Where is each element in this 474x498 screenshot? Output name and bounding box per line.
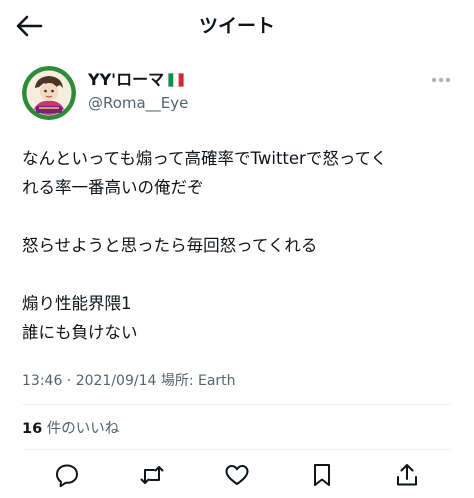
bookmark-icon <box>314 464 330 486</box>
tweet-line: 誰にも負けない <box>22 323 138 342</box>
tweet-line: 煽り性能界隈1 <box>22 294 132 313</box>
more-options-button[interactable] <box>430 74 452 86</box>
user-handle[interactable]: @Roma__Eye <box>88 93 188 113</box>
more-horizontal-icon <box>431 77 451 83</box>
tweet-detail-page: ツイート YY'ローマ @Roma__Eye なんといっても煽って高確率でTwi… <box>0 0 474 498</box>
retweet-icon <box>140 466 164 484</box>
divider <box>22 404 452 405</box>
heart-icon <box>225 465 249 485</box>
action-bar <box>0 460 474 490</box>
retweet-button[interactable] <box>139 462 165 488</box>
bookmark-button[interactable] <box>309 462 335 488</box>
tweet-line: れる率一番高いの俺だぞ <box>22 178 204 197</box>
top-bar: ツイート <box>0 0 474 52</box>
like-button[interactable] <box>224 462 250 488</box>
reply-button[interactable] <box>54 462 80 488</box>
tweet-timestamp[interactable]: 13:46 · 2021/09/14 場所: Earth <box>22 371 236 391</box>
italy-flag-icon <box>168 73 185 87</box>
avatar-icon <box>22 66 76 120</box>
likes-stat[interactable]: 16 件のいいね <box>22 418 119 440</box>
tweet-text: なんといっても煽って高確率でTwitterで怒ってく れる率一番高いの俺だぞ 怒… <box>22 144 462 347</box>
avatar[interactable] <box>22 66 76 120</box>
share-icon <box>397 464 417 486</box>
tweet-line: 怒らせようと思ったら毎回怒ってくれる <box>22 236 318 255</box>
share-button[interactable] <box>394 462 420 488</box>
reply-icon <box>56 464 78 488</box>
display-name-text: YY'ローマ <box>88 70 165 89</box>
display-name[interactable]: YY'ローマ <box>88 70 185 90</box>
page-title: ツイート <box>198 15 275 37</box>
likes-label: 件のいいね <box>42 421 120 437</box>
divider <box>22 449 452 450</box>
tweet-line: なんといっても煽って高確率でTwitterで怒ってく <box>22 149 388 168</box>
likes-count: 16 <box>22 421 43 437</box>
